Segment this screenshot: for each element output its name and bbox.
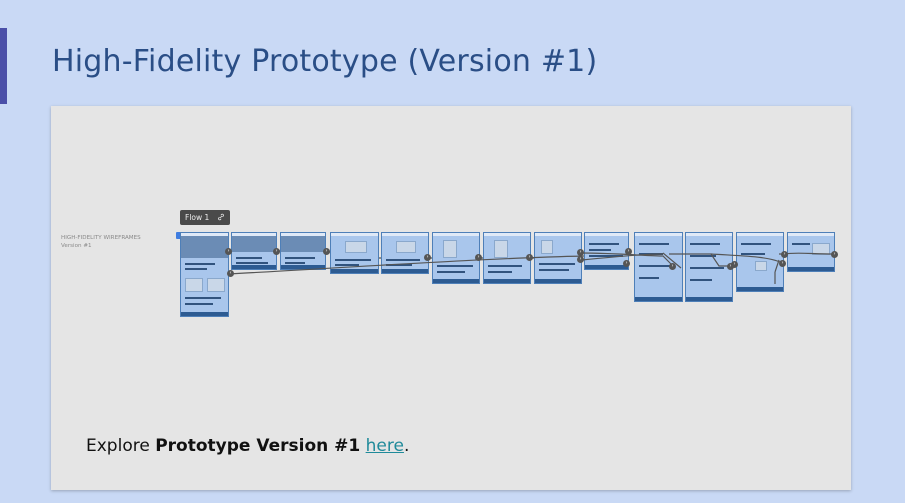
connector-node[interactable]: › [669,263,676,270]
connector-node[interactable]: › [781,251,788,258]
wireframe-screen-4[interactable] [330,232,379,274]
connector-node[interactable]: › [424,254,431,261]
flow-starting-point-chip[interactable]: Flow 1 [180,210,230,225]
prototype-link[interactable]: here [366,436,404,456]
wireframe-screen-11[interactable] [685,232,733,302]
connector-node[interactable]: › [273,248,280,255]
prototype-canvas[interactable]: HIGH-FIDELITY WIREFRAMES Version #1 Flow… [51,106,851,490]
connector-node[interactable]: › [625,248,632,255]
link-icon[interactable] [217,213,225,223]
connector-node[interactable]: › [623,260,630,267]
explore-bold: Prototype Version #1 [155,436,361,456]
accent-bar [0,28,7,104]
flow-label: Flow 1 [185,213,210,222]
wireframe-screen-7[interactable] [483,232,531,284]
wireframe-screen-6[interactable] [432,232,480,284]
connector-node[interactable]: › [831,251,838,258]
connector-node[interactable]: › [526,254,533,261]
connector-node[interactable]: › [731,261,738,268]
wireframe-screen-5[interactable] [381,232,429,274]
connector-node[interactable]: ‹ [227,270,234,277]
connector-node[interactable]: › [475,254,482,261]
wireframe-screen-13[interactable] [787,232,835,272]
explore-suffix: . [403,436,410,456]
wireframe-screen-2[interactable] [231,232,277,270]
connector-node[interactable]: › [577,256,584,263]
section-label-title: HIGH-FIDELITY WIREFRAMES [61,235,141,241]
explore-prototype-text: Explore Prototype Version #1 here. [86,436,409,456]
explore-prefix: Explore [86,436,156,456]
wireframe-screen-12[interactable] [736,232,784,292]
wireframe-home[interactable] [180,232,229,317]
section-label-version: Version #1 [61,243,92,249]
section-label: HIGH-FIDELITY WIREFRAMES Version #1 [61,234,141,250]
connector-node[interactable]: › [323,248,330,255]
connector-node[interactable]: › [779,260,786,267]
connector-node[interactable]: › [225,248,232,255]
page-title: High-Fidelity Prototype (Version #1) [52,44,598,79]
wireframe-screen-3[interactable] [280,232,326,270]
wireframe-screen-8[interactable] [534,232,582,284]
connector-node[interactable]: › [577,249,584,256]
